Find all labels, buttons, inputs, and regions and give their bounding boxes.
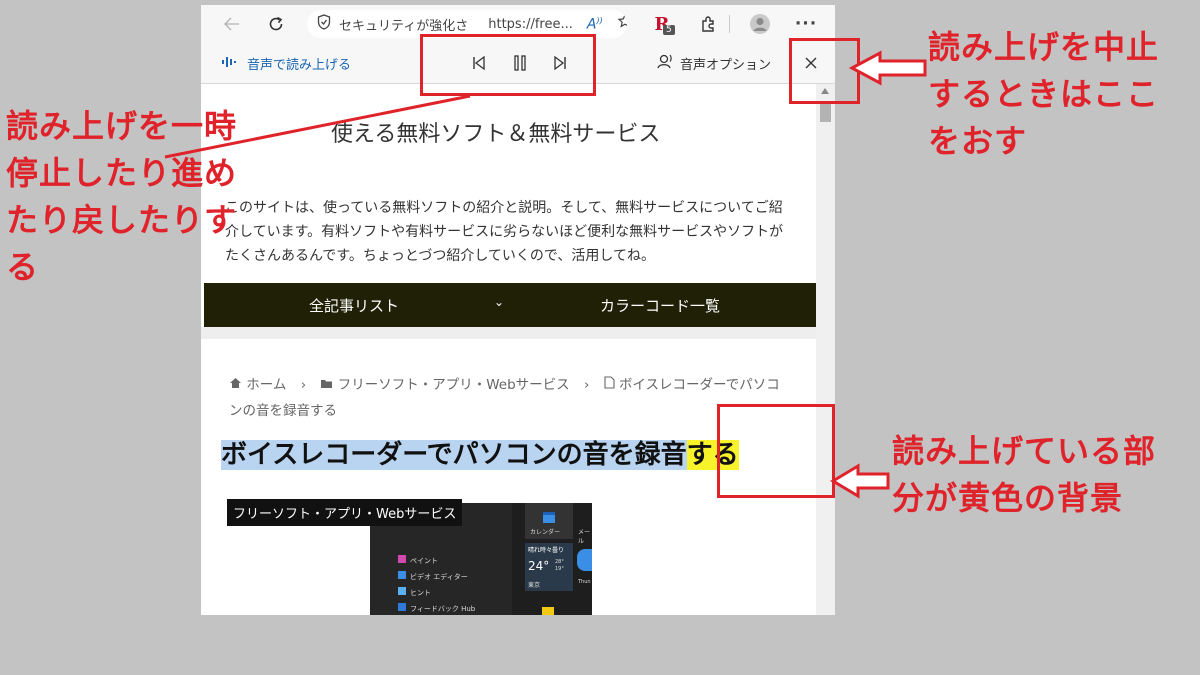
category-label[interactable]: フリーソフト・アプリ・Webサービス [227, 499, 463, 526]
nav-item-color-codes[interactable]: カラーコード一覧 [600, 295, 720, 316]
page-content: 使える無料ソフト＆無料サービス このサイトは、使っている無料ソフトの紹介と説明。… [201, 84, 816, 615]
breadcrumb-separator-icon: › [300, 377, 307, 393]
thumb-weather-head: 晴れ時々曇り [528, 547, 565, 554]
annotation-highlight-line-2: 分が黄色の背景 [892, 479, 1124, 517]
thumb-calendar-label: カレンダー [530, 529, 561, 536]
read-aloud-label: 音声で読み上げる [247, 58, 352, 73]
profile-avatar-icon[interactable] [747, 11, 773, 37]
thumb-extra-label: Thun [578, 579, 591, 585]
global-nav: 全記事リスト ⌄ カラーコード一覧 [204, 283, 816, 327]
site-description: このサイトは、使っている無料ソフトの紹介と説明。そして、無料サービスについてご紹… [225, 200, 784, 264]
thumb-weather-city: 東京 [528, 582, 541, 589]
calendar-icon [542, 509, 556, 528]
more-icon[interactable]: ··· [793, 11, 819, 37]
home-icon [229, 377, 246, 393]
refresh-icon[interactable] [263, 11, 289, 37]
thumb-item-feedback: フィードバック Hub [410, 605, 476, 613]
thumb-weather-temp: 24° [528, 559, 550, 573]
voice-options-button[interactable]: 音声オプション [656, 52, 771, 74]
site-title[interactable]: 使える無料ソフト＆無料サービス [331, 116, 660, 148]
close-arrow-icon [848, 50, 927, 86]
scrollbar-thumb[interactable] [820, 102, 831, 122]
thumb-item-paint: ペイント [410, 557, 438, 565]
annotation-pause-line-2: 停止したり進め [6, 154, 238, 192]
breadcrumb-home[interactable]: ホーム [246, 377, 286, 393]
breadcrumb-separator-icon: › [583, 377, 590, 393]
close-button-highlight-box [789, 38, 860, 104]
read-aloud-wave-icon [221, 55, 237, 73]
breadcrumb-category[interactable]: フリーソフト・アプリ・Webサービス [338, 377, 570, 393]
annotation-highlight-line-1: 読み上げている部 [892, 432, 1157, 470]
add-favorite-icon[interactable] [617, 13, 627, 35]
breadcrumb: ホーム › フリーソフト・アプリ・Webサービス › ボイスレコーダーでパソコン… [229, 372, 789, 424]
security-text: セキュリティが強化さ [339, 18, 469, 34]
highlight-arrow-icon [830, 463, 890, 499]
file-icon [604, 376, 619, 393]
vertical-scrollbar[interactable] [816, 84, 835, 615]
annotation-close: 読み上げを中止 するときはここ をおす [928, 24, 1159, 165]
thumb-mail-label: メール [578, 529, 591, 545]
current-word-highlight-box [717, 404, 835, 498]
extension-r-icon[interactable]: R 5 [649, 11, 675, 37]
annotation-pause-controls: 読み上げを一時 停止したり進め たり戻したりす る [6, 103, 237, 291]
thumb-item-tips: ヒント [410, 589, 431, 597]
extensions-icon[interactable] [695, 11, 721, 37]
annotation-pause-line-3: たり戻したりす [6, 201, 238, 239]
extension-badge: 5 [663, 25, 675, 35]
lock-icon [317, 14, 331, 34]
annotation-close-line-1: 読み上げを中止 [928, 28, 1160, 66]
annotation-highlight: 読み上げている部 分が黄色の背景 [892, 428, 1156, 522]
url-text: https://free... [488, 16, 573, 32]
folder-icon [320, 377, 337, 393]
browser-window: セキュリティが強化さ https://free... A)) R 5 ··· 音… [201, 5, 835, 615]
thumb-temp-high: 28° [555, 559, 564, 565]
annotation-close-line-3: をおす [928, 122, 1028, 160]
voice-options-icon [656, 52, 674, 74]
annotation-pause-line-4: る [6, 248, 40, 286]
section-divider [201, 327, 816, 339]
voice-options-label: 音声オプション [680, 57, 772, 73]
back-icon[interactable] [219, 11, 245, 37]
chevron-down-icon[interactable]: ⌄ [494, 295, 504, 309]
read-aloud-icon[interactable]: A)) [587, 16, 603, 33]
nav-item-all-articles[interactable]: 全記事リスト [309, 295, 399, 316]
article-title: ボイスレコーダーでパソコンの音を録音する [221, 436, 739, 474]
thumb-item-video-editor: ビデオ エディター [410, 573, 468, 581]
article-title-read-text: ボイスレコーダーでパソコンの音を録音 [221, 440, 687, 470]
annotation-close-line-2: するときはここ [928, 75, 1160, 113]
media-controls-highlight-box [420, 34, 596, 96]
thumb-temp-low: 19° [555, 566, 564, 572]
annotation-pause-line-1: 読み上げを一時 [6, 107, 238, 145]
